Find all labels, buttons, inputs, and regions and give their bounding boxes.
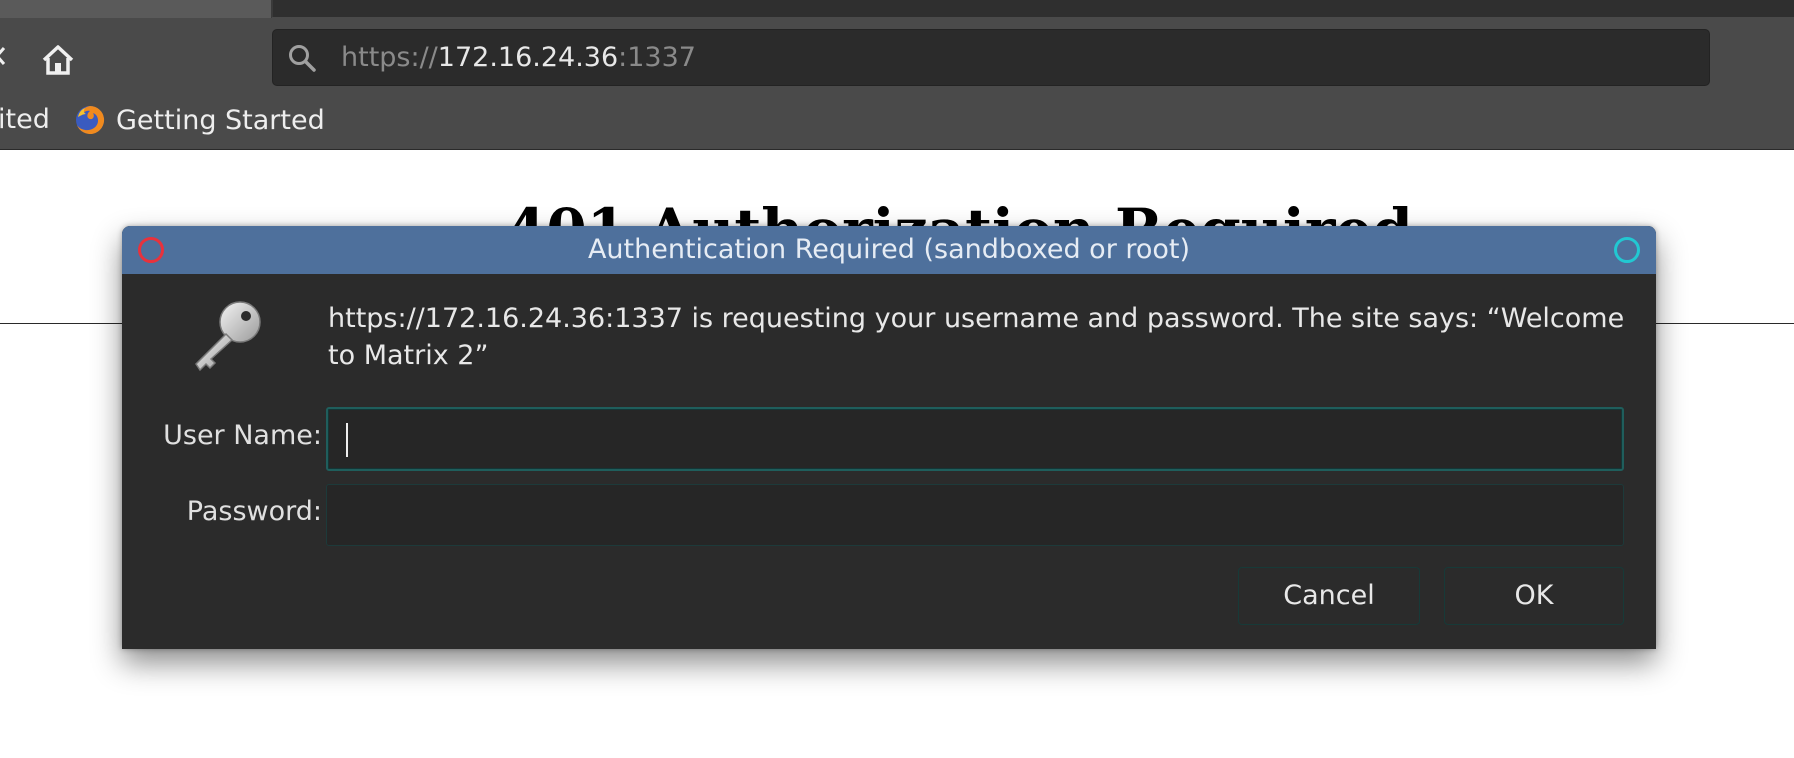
username-label: User Name: [163, 420, 322, 451]
dialog-title: Authentication Required (sandboxed or ro… [587, 234, 1191, 265]
username-input[interactable] [326, 407, 1624, 471]
search-icon [289, 45, 316, 72]
auth-dialog: Authentication Required (sandboxed or ro… [122, 226, 1656, 649]
stop-icon[interactable] [0, 40, 14, 74]
dialog-message: https://172.16.24.36:1337 is requesting … [328, 303, 1625, 371]
bookmark-most-visited[interactable]: ited [0, 104, 50, 135]
password-input[interactable] [326, 484, 1624, 546]
url-bar[interactable]: https://172.16.24.36:1337 [272, 29, 1710, 86]
browser-toolbar: https://172.16.24.36:1337 ited Getting S… [0, 0, 1794, 150]
cancel-button[interactable]: Cancel [1238, 567, 1420, 625]
bookmark-getting-started[interactable]: Getting Started [74, 104, 325, 136]
dialog-title-bar[interactable]: Authentication Required (sandboxed or ro… [122, 226, 1656, 274]
home-icon[interactable] [40, 42, 76, 78]
text-cursor [346, 423, 348, 457]
bookmark-label: Getting Started [116, 104, 325, 136]
url-text: https://172.16.24.36:1337 [341, 42, 696, 73]
active-tab[interactable] [0, 0, 272, 18]
url-host: 172.16.24.36 [437, 42, 619, 73]
url-port: :1337 [618, 42, 696, 73]
tab-strip [0, 0, 1794, 18]
key-icon [195, 301, 261, 372]
url-scheme: https:// [341, 42, 438, 73]
maximize-icon[interactable] [1614, 237, 1640, 263]
tab-strip-empty [272, 0, 1794, 17]
ok-button[interactable]: OK [1444, 567, 1624, 625]
firefox-icon [76, 105, 105, 134]
password-label: Password: [186, 496, 322, 527]
